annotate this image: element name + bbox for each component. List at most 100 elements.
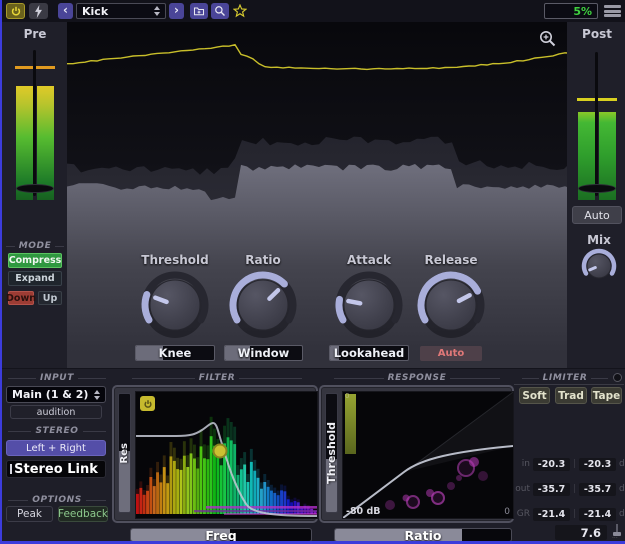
bypass-button[interactable]	[29, 3, 48, 19]
folder-plus-icon	[193, 7, 205, 16]
limiter-indicator-dot[interactable]	[613, 373, 622, 382]
stereo-section-header: STEREO	[8, 426, 106, 436]
ratio-knob[interactable]	[227, 269, 299, 341]
response-db-min-label: -80 dB	[346, 506, 381, 517]
plugin-window: ‹ Kick › 5% Pre MODE Compress Expand Dow…	[0, 0, 625, 544]
limiter-divider	[514, 384, 624, 385]
preset-selector[interactable]: Kick	[76, 3, 166, 19]
mix-knob[interactable]	[579, 246, 619, 286]
limiter-trad-button[interactable]: Trad	[555, 387, 587, 404]
updown-arrows-icon	[94, 389, 100, 400]
response-panel-frame: Threshold 0 -80 dB 0	[319, 385, 514, 523]
input-section-header: INPUT	[8, 373, 106, 383]
filter-power-button[interactable]	[140, 396, 155, 411]
post-auto-button[interactable]: Auto	[572, 206, 622, 224]
hamburger-icon	[604, 5, 621, 8]
ratio-slider[interactable]: Ratio	[334, 528, 512, 542]
limiter-gr-right-value: -21.4	[579, 507, 617, 521]
limiter-release-value[interactable]: 7.6	[555, 525, 607, 540]
post-gain-slider-handle[interactable]	[578, 184, 616, 193]
power-button[interactable]	[6, 3, 25, 19]
power-icon	[143, 399, 152, 408]
filter-section-header: FILTER	[132, 373, 302, 383]
post-meter-label: Post	[582, 27, 612, 41]
limiter-gr-left-value: -21.4	[533, 507, 570, 521]
threshold-slider-label: Threshold	[325, 422, 338, 484]
limiter-release-mini-slider[interactable]: ···	[611, 524, 623, 541]
menu-button[interactable]	[604, 4, 621, 18]
pre-meter-bar-left	[16, 85, 33, 200]
filter-panel-frame: Res	[112, 385, 318, 523]
cpu-meter: 5%	[544, 3, 598, 19]
lookahead-slider-button[interactable]: Lookahead	[329, 345, 409, 361]
mode-up-button[interactable]: Up	[38, 291, 62, 305]
limiter-gr-row: GR -21.4 | -21.4 dB	[516, 507, 625, 521]
preset-prev-button[interactable]: ‹	[58, 3, 73, 19]
limiter-section-header: LIMITER	[522, 373, 608, 383]
star-icon	[233, 4, 247, 18]
mode-compress-button[interactable]: Compress	[8, 253, 62, 268]
limiter-soft-button[interactable]: Soft	[519, 387, 550, 404]
limiter-tape-button[interactable]: Tape	[591, 387, 622, 404]
cpu-value: 5%	[573, 4, 592, 18]
response-curve-display[interactable]: 0 -80 dB 0	[342, 391, 514, 519]
window-slider-button[interactable]: Window	[224, 345, 303, 361]
titlebar: ‹ Kick › 5%	[2, 0, 625, 22]
ratio-knob-label: Ratio	[245, 253, 281, 267]
pre-gain-slider-handle[interactable]	[16, 184, 54, 193]
search-icon	[215, 6, 225, 16]
favorite-button[interactable]	[231, 3, 249, 19]
mode-expand-button[interactable]: Expand	[8, 271, 62, 286]
res-slider-label: Res	[119, 442, 130, 464]
preset-next-button[interactable]: ›	[169, 3, 184, 19]
limiter-out-row: out -35.7 | -35.7 dB	[515, 482, 625, 496]
power-icon	[11, 6, 20, 16]
freq-slider[interactable]: Freq	[130, 528, 312, 542]
limiter-out-left-value: -35.7	[533, 482, 570, 496]
peak-button[interactable]: Peak	[6, 506, 53, 522]
next-chevron-icon: ›	[174, 3, 179, 17]
main-display-panel: Threshold Ratio Attack Release Knee Wind…	[67, 22, 568, 368]
input-source-dropdown[interactable]: Main (1 & 2)	[6, 386, 106, 403]
limiter-in-row: in -20.3 | -20.3 dB	[521, 457, 625, 471]
release-knob-label: Release	[424, 253, 478, 267]
post-gain-slider-track[interactable]	[595, 52, 598, 196]
freq-slider-label: Freq	[205, 528, 237, 542]
stereo-link-fill	[10, 464, 12, 474]
stereo-link-slider[interactable]: Stereo Link	[6, 460, 106, 478]
preset-name: Kick	[82, 4, 109, 18]
save-preset-button[interactable]	[190, 3, 208, 19]
threshold-knob[interactable]	[139, 269, 211, 341]
limiter-out-right-value: -35.7	[579, 482, 617, 496]
pre-gain-slider-track[interactable]	[33, 50, 36, 196]
lightning-icon	[35, 4, 42, 18]
post-meter[interactable]	[576, 48, 618, 200]
options-section-header: OPTIONS	[8, 495, 106, 505]
feedback-button[interactable]: Feedback	[58, 506, 108, 522]
audition-button[interactable]: audition	[10, 405, 102, 419]
response-db-max-label: 0	[504, 507, 510, 517]
res-vertical-slider[interactable]: Res	[118, 393, 131, 513]
knee-slider-button[interactable]: Knee	[135, 345, 215, 361]
bottom-section: INPUT FILTER RESPONSE LIMITER Main (1 & …	[2, 368, 625, 542]
ratio-slider-label: Ratio	[404, 528, 442, 542]
threshold-vertical-slider[interactable]: Threshold	[325, 393, 338, 513]
mode-down-button[interactable]: Down	[6, 291, 36, 305]
mode-section-header: MODE	[6, 241, 64, 251]
pre-meter[interactable]	[14, 50, 56, 200]
response-zero-top-label: 0	[345, 392, 350, 400]
threshold-knob-label: Threshold	[141, 253, 209, 267]
pre-meter-label: Pre	[23, 27, 47, 41]
updown-arrows-icon	[154, 6, 160, 16]
stereo-mode-button[interactable]: Left + Right	[6, 440, 106, 456]
scope-zoom-icon[interactable]	[539, 30, 557, 48]
limiter-in-right-value: -20.3	[579, 457, 617, 471]
pre-meter-bar-right	[37, 85, 54, 200]
release-auto-button[interactable]: Auto	[420, 346, 482, 361]
release-knob[interactable]	[415, 269, 487, 341]
attack-knob[interactable]	[333, 269, 405, 341]
preset-search-button[interactable]	[211, 3, 229, 19]
limiter-in-left-value: -20.3	[533, 457, 570, 471]
response-section-header: RESPONSE	[334, 373, 500, 383]
filter-spectrum-display[interactable]	[135, 391, 318, 519]
